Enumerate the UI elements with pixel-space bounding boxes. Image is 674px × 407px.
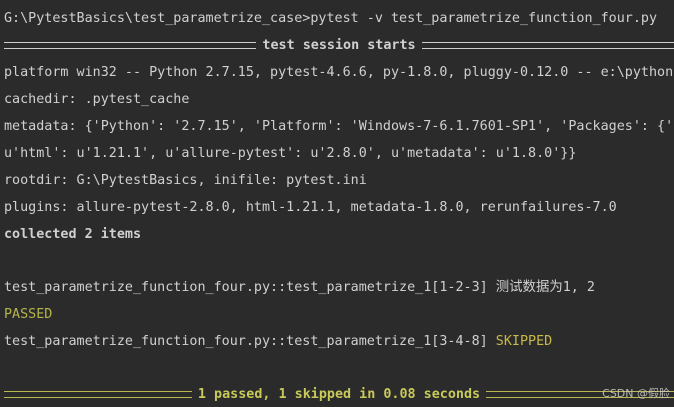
session-header-title: test session starts [262, 38, 416, 53]
summary-text: 1 passed, 1 skipped in 0.08 seconds [197, 387, 481, 402]
separator-rule-left [4, 391, 192, 398]
test-1-line: test_parametrize_function_four.py::test_… [4, 280, 595, 295]
session-header-separator: test session starts [0, 32, 674, 59]
prompt-command-line: G:\PytestBasics\test_parametrize_case>py… [4, 11, 658, 26]
separator-rule-right [421, 42, 674, 49]
metadata-line-1: metadata: {'Python': '2.7.15', 'Platform… [4, 119, 674, 134]
test-1-status-passed: PASSED [4, 307, 53, 322]
test-2-status-skipped: SKIPPED [495, 334, 553, 349]
platform-line: platform win32 -- Python 2.7.15, pytest-… [4, 65, 674, 80]
collected-items-line: collected 2 items [4, 227, 142, 242]
cachedir-line: cachedir: .pytest_cache [4, 92, 190, 107]
watermark: CSDN @假脸 [602, 387, 670, 400]
test-2-line: test_parametrize_function_four.py::test_… [0, 328, 674, 355]
summary-separator: 1 passed, 1 skipped in 0.08 seconds [0, 381, 674, 407]
terminal-window[interactable]: G:\PytestBasics\test_parametrize_case>py… [0, 0, 674, 407]
metadata-line-2: u'html': u'1.21.1', u'allure-pytest': u'… [4, 146, 577, 161]
rootdir-line: rootdir: G:\PytestBasics, inifile: pytes… [4, 173, 367, 188]
test-2-name: test_parametrize_function_four.py::test_… [4, 334, 496, 349]
separator-rule-left [4, 42, 257, 49]
plugins-line: plugins: allure-pytest-2.8.0, html-1.21.… [4, 200, 617, 215]
